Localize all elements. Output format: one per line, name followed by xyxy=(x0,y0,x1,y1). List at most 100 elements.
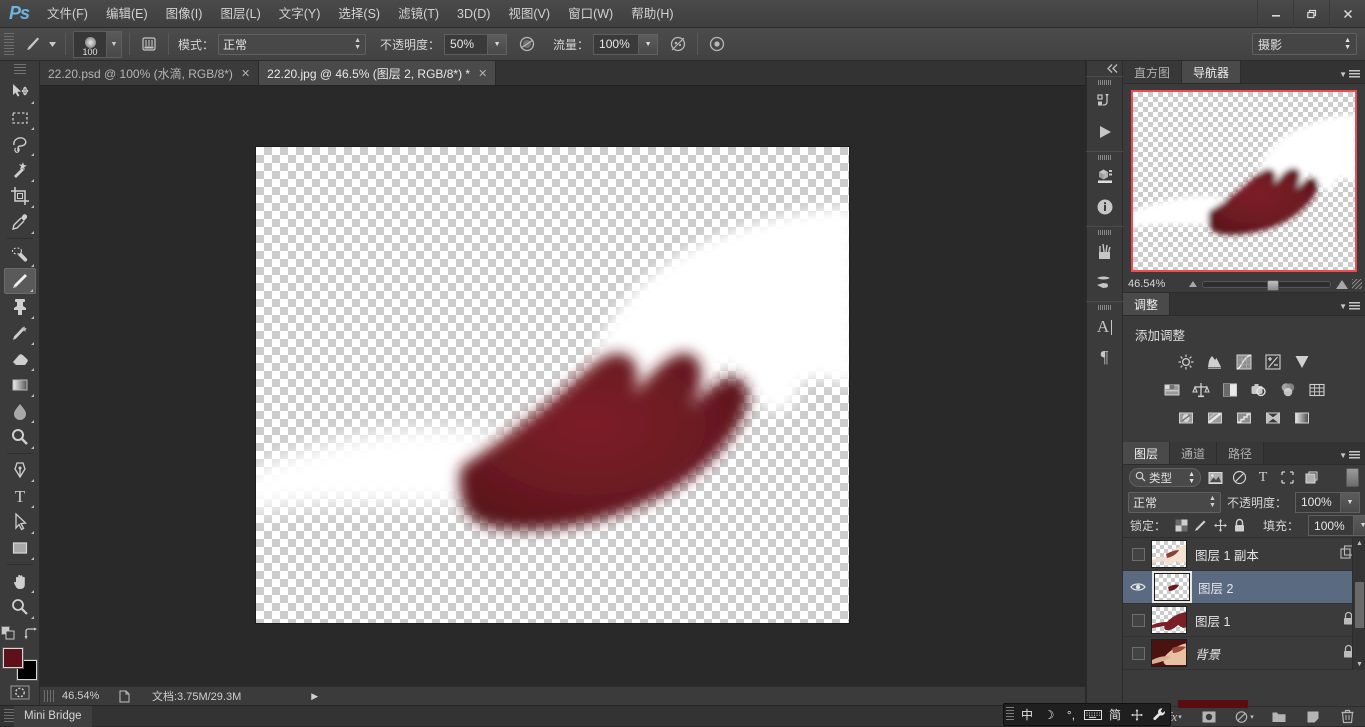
menu-view[interactable]: 视图(V) xyxy=(499,0,559,28)
new-adjustment-layer-button[interactable]: ▾ xyxy=(1233,708,1255,726)
lock-transparent-pixels-icon[interactable] xyxy=(1175,517,1188,535)
filter-type-layers-icon[interactable]: T xyxy=(1253,468,1273,488)
hand-tool[interactable] xyxy=(4,568,36,594)
collapse-panels-icon[interactable] xyxy=(1086,61,1123,76)
flow-slider-dropdown[interactable]: ▼ xyxy=(639,34,658,55)
layer-list-scrollbar[interactable]: ▲ ▼ xyxy=(1352,538,1365,670)
lock-all-icon[interactable] xyxy=(1233,517,1246,535)
table-row[interactable]: 图层 1 副本 xyxy=(1123,538,1365,571)
tab-layers[interactable]: 图层 xyxy=(1123,442,1170,464)
document-tab-jpg[interactable]: 22.20.jpg @ 46.5% (图层 2, RGB/8*) * ✕ xyxy=(259,61,496,85)
curves-icon[interactable] xyxy=(1233,351,1255,372)
layer-fill-dropdown[interactable]: ▼ xyxy=(1354,515,1365,536)
zoom-level-field[interactable]: 46.54% xyxy=(56,690,114,702)
flow-value[interactable]: 100% xyxy=(593,34,639,55)
navigator-zoom-slider[interactable] xyxy=(1185,280,1352,289)
blend-mode-select[interactable]: 正常 ▲▼ xyxy=(218,34,366,55)
lock-position-icon[interactable] xyxy=(1213,517,1228,535)
menu-image[interactable]: 图像(I) xyxy=(157,0,212,28)
blur-tool[interactable] xyxy=(4,398,36,424)
scrollbar-thumb[interactable] xyxy=(1355,582,1364,628)
invert-icon[interactable] xyxy=(1175,407,1197,428)
filter-shape-layers-icon[interactable] xyxy=(1277,468,1297,488)
exposure-icon[interactable] xyxy=(1262,351,1284,372)
layer-name[interactable]: 图层 1 xyxy=(1195,611,1230,630)
color-lookup-icon[interactable] xyxy=(1306,379,1328,400)
tab-paths[interactable]: 路径 xyxy=(1217,442,1264,464)
vibrance-icon[interactable] xyxy=(1291,351,1313,372)
filter-adjustment-layers-icon[interactable] xyxy=(1229,468,1249,488)
tab-adjustments[interactable]: 调整 xyxy=(1123,293,1170,315)
filter-smart-objects-icon[interactable] xyxy=(1301,468,1321,488)
canvas-area[interactable] xyxy=(40,86,1085,686)
navigator-panel-menu-icon[interactable]: ▼ xyxy=(1339,70,1360,79)
table-row[interactable]: 图层 2 xyxy=(1123,571,1365,604)
tab-channels[interactable]: 通道 xyxy=(1170,442,1217,464)
options-bar-grip[interactable] xyxy=(4,33,14,55)
selective-color-icon[interactable] xyxy=(1262,407,1284,428)
ime-toolbar[interactable]: 中 ☽ °, 简 xyxy=(1003,703,1171,726)
adjustments-panel-menu-icon[interactable]: ▼ xyxy=(1339,302,1360,311)
layer-visibility-toggle[interactable] xyxy=(1125,614,1151,627)
filter-pixel-layers-icon[interactable] xyxy=(1205,468,1225,488)
layer-visibility-toggle[interactable] xyxy=(1125,548,1151,561)
layer-thumbnail[interactable] xyxy=(1151,639,1187,667)
pressure-opacity-icon[interactable] xyxy=(515,32,539,56)
info-panel-icon[interactable] xyxy=(1090,192,1120,222)
zoom-slider-track[interactable] xyxy=(1202,281,1331,288)
navigator-zoom-field[interactable]: 46.54% xyxy=(1123,278,1185,290)
scroll-up-arrow-icon[interactable]: ▲ xyxy=(1356,540,1363,547)
menu-window[interactable]: 窗口(W) xyxy=(559,0,622,28)
brightness-contrast-icon[interactable] xyxy=(1175,351,1197,372)
menu-layer[interactable]: 图层(L) xyxy=(211,0,269,28)
panel-resize-grip[interactable] xyxy=(1352,279,1362,289)
navigator-thumbnail[interactable] xyxy=(1131,90,1357,272)
workspace-switcher[interactable]: 摄影 ▲▼ xyxy=(1252,33,1357,55)
brush-tool-icon[interactable] xyxy=(20,33,46,55)
dock-grip[interactable] xyxy=(1098,230,1111,235)
history-brush-tool[interactable] xyxy=(4,320,36,346)
foreground-color-swatch[interactable] xyxy=(3,648,23,668)
layer-fill-value[interactable]: 100% xyxy=(1308,515,1354,536)
ime-simplified-icon[interactable]: 简 xyxy=(1104,704,1126,725)
layers-panel-menu-icon[interactable]: ▼ xyxy=(1339,451,1360,460)
layer-visibility-toggle[interactable] xyxy=(1125,647,1151,660)
zoom-slider-knob[interactable] xyxy=(1267,280,1279,291)
table-row[interactable]: 图层 1 xyxy=(1123,604,1365,637)
zoom-out-icon[interactable] xyxy=(1189,281,1197,287)
airbrush-icon[interactable] xyxy=(666,32,690,56)
menu-3d[interactable]: 3D(D) xyxy=(448,0,499,28)
layer-thumbnail[interactable] xyxy=(1151,540,1187,568)
status-expand-arrow[interactable]: ▶ xyxy=(311,691,318,702)
document-tab-psd[interactable]: 22.20.psd @ 100% (水滴, RGB/8*) ✕ xyxy=(40,61,259,85)
eyedropper-tool[interactable] xyxy=(4,209,36,235)
minimize-button[interactable] xyxy=(1257,0,1293,28)
mini-bridge-panel-icon[interactable] xyxy=(1090,162,1120,192)
opacity-value[interactable]: 50% xyxy=(444,34,488,55)
path-selection-tool[interactable] xyxy=(4,509,36,535)
menu-help[interactable]: 帮助(H) xyxy=(622,0,682,28)
photo-filter-icon[interactable] xyxy=(1248,379,1270,400)
layer-name[interactable]: 图层 1 副本 xyxy=(1195,545,1259,564)
ime-mode-icon[interactable]: ☽ xyxy=(1038,704,1060,725)
dock-grip[interactable] xyxy=(1098,305,1111,310)
layer-filter-type-select[interactable]: 类型 ▲▼ xyxy=(1129,468,1201,487)
layer-visibility-toggle[interactable] xyxy=(1125,581,1151,593)
character-panel-icon[interactable]: A xyxy=(1090,312,1120,342)
layer-name[interactable]: 背景 xyxy=(1195,644,1220,663)
dock-grip[interactable] xyxy=(1098,155,1111,160)
delete-layer-button[interactable] xyxy=(1337,708,1359,726)
ime-keyboard-icon[interactable] xyxy=(1082,704,1104,725)
healing-brush-tool[interactable] xyxy=(4,242,36,268)
status-bar-grip[interactable] xyxy=(44,690,56,702)
hue-saturation-icon[interactable] xyxy=(1161,379,1183,400)
close-icon[interactable]: ✕ xyxy=(241,67,250,80)
opacity-slider-dropdown[interactable]: ▼ xyxy=(488,34,507,55)
black-white-icon[interactable] xyxy=(1219,379,1241,400)
brush-presets-panel-icon[interactable] xyxy=(1090,237,1120,267)
history-panel-icon[interactable] xyxy=(1090,87,1120,117)
brush-size-preview[interactable]: 100 xyxy=(73,31,107,58)
tab-navigator[interactable]: 导航器 xyxy=(1182,61,1241,83)
mini-bridge-grip[interactable] xyxy=(4,709,14,723)
mini-bridge-tab[interactable]: Mini Bridge xyxy=(14,706,92,727)
